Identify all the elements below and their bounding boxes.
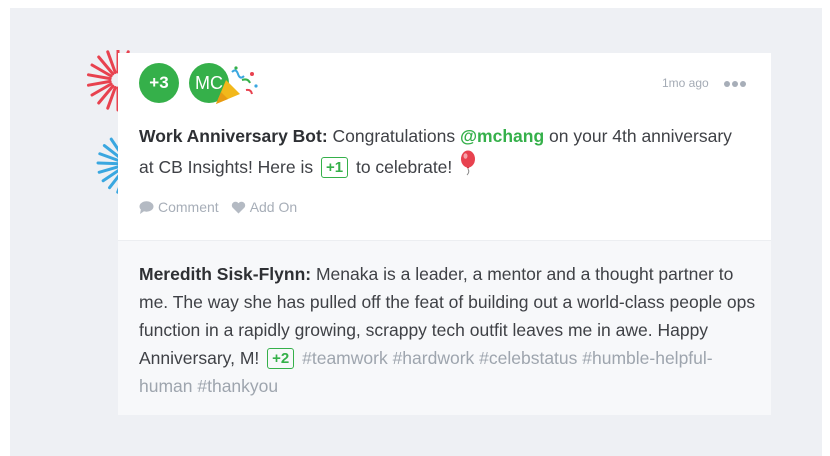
more-options-icon[interactable] bbox=[724, 80, 746, 88]
message-text: Congratulations bbox=[332, 126, 456, 146]
post-message: Work Anniversary Bot: Congratulations @m… bbox=[139, 122, 749, 181]
balloon-icon bbox=[461, 150, 476, 176]
add-on-label: Add On bbox=[249, 199, 298, 215]
post-author[interactable]: Work Anniversary Bot: bbox=[139, 126, 328, 146]
heart-icon bbox=[231, 201, 245, 213]
comment-label: Comment bbox=[158, 199, 219, 215]
comment-icon bbox=[139, 200, 154, 214]
post-timestamp: 1mo ago bbox=[662, 76, 709, 90]
party-popper-icon bbox=[216, 66, 258, 104]
message-text: to celebrate! bbox=[355, 157, 453, 177]
reply-message: Meredith Sisk-Flynn: Menaka is a leader,… bbox=[139, 260, 759, 400]
reply-author[interactable]: Meredith Sisk-Flynn: bbox=[139, 264, 311, 284]
user-mention[interactable]: @mchang bbox=[460, 126, 544, 146]
points-badge[interactable]: +2 bbox=[267, 348, 295, 369]
add-on-button[interactable]: Add On bbox=[231, 199, 297, 215]
points-badge[interactable]: +1 bbox=[320, 157, 349, 178]
more-participants-avatar[interactable]: +3 bbox=[139, 63, 179, 103]
post-actions: Comment Add On bbox=[139, 199, 297, 215]
comment-button[interactable]: Comment bbox=[139, 199, 219, 215]
